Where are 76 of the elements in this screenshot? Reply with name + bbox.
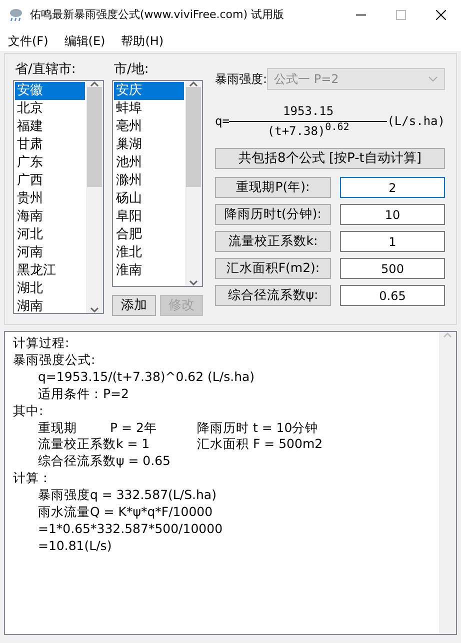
param-button[interactable]: 降雨历时t(分钟): bbox=[215, 204, 331, 225]
result-heading: 暴雨强度公式: bbox=[13, 352, 96, 369]
param-input[interactable]: 0.65 bbox=[340, 285, 445, 306]
dropdown-caret-icon bbox=[428, 76, 438, 82]
list-item[interactable]: 淮南 bbox=[114, 262, 184, 280]
scrollbar-thumb[interactable] bbox=[186, 87, 201, 187]
list-item[interactable]: 海南 bbox=[15, 208, 85, 226]
scroll-up-icon[interactable] bbox=[189, 81, 198, 87]
list-item[interactable]: 河南 bbox=[15, 244, 85, 262]
menu-item[interactable]: 文件(F) bbox=[2, 32, 54, 50]
scrollbar[interactable] bbox=[185, 81, 202, 286]
param-input[interactable]: 10 bbox=[340, 204, 445, 225]
formula-numerator: 1953.15 bbox=[229, 102, 388, 122]
close-icon bbox=[436, 10, 446, 20]
list-item[interactable]: 河北 bbox=[15, 226, 85, 244]
param-button[interactable]: 汇水面积F(m2): bbox=[215, 258, 331, 279]
list-item[interactable]: 淮北 bbox=[114, 244, 184, 262]
result-text: 重现期 bbox=[38, 420, 78, 436]
result-text: q=1953.15/(t+7.38)^0.62 (L/s.ha) bbox=[38, 368, 255, 386]
param-button[interactable]: 流量校正系数k: bbox=[215, 231, 331, 252]
select-label: 暴雨强度: bbox=[215, 71, 268, 88]
list-label: 省/直辖市: bbox=[14, 61, 77, 79]
result-heading: 计算过程: bbox=[13, 335, 70, 352]
result-text: 综合径流系数ψ = 0.65 bbox=[38, 453, 170, 470]
formula-text: q= bbox=[215, 113, 230, 130]
list-label: 市/地: bbox=[113, 61, 150, 79]
result-heading: 计算： bbox=[13, 470, 53, 488]
list-item[interactable]: 砀山 bbox=[114, 190, 184, 208]
list-item[interactable]: 阜阳 bbox=[114, 208, 184, 226]
param-button[interactable]: 综合径流系数ψ: bbox=[215, 285, 331, 306]
result-text: =10.81(L/s) bbox=[38, 538, 112, 555]
list-item[interactable]: 亳州 bbox=[114, 118, 184, 136]
list-item[interactable]: 北京 bbox=[15, 100, 85, 118]
list-item[interactable]: 广东 bbox=[15, 154, 85, 172]
result-text: 汇水面积 F = 500m2 bbox=[197, 436, 323, 454]
maximize-icon bbox=[396, 10, 406, 20]
result-text: 降雨历时 t = 10分钟 bbox=[197, 420, 318, 436]
list-item[interactable]: 湖南 bbox=[15, 298, 85, 313]
result-heading: 其中: bbox=[13, 402, 44, 420]
rain-cloud-icon bbox=[8, 7, 24, 23]
scrollbar[interactable] bbox=[86, 81, 103, 313]
list-item[interactable]: 贵州 bbox=[15, 190, 85, 208]
result-text: 流量校正系数k = 1 bbox=[38, 436, 151, 454]
auto-calc-button[interactable]: 共包括8个公式 [按P-t自动计算] bbox=[215, 148, 445, 169]
param-input[interactable]: 1 bbox=[340, 231, 445, 252]
scroll-up-icon[interactable] bbox=[90, 81, 99, 87]
list-item[interactable]: 蚌埠 bbox=[114, 100, 184, 118]
result-text: 暴雨强度q = 332.587(L/S.ha) bbox=[38, 487, 216, 504]
list-item[interactable]: 黑龙江 bbox=[15, 262, 85, 280]
param-input[interactable]: 2 bbox=[340, 177, 445, 198]
list-item[interactable]: 安徽 bbox=[15, 82, 85, 100]
list-item[interactable]: 广西 bbox=[15, 172, 85, 190]
scrollbar-thumb[interactable] bbox=[87, 87, 102, 187]
param-input[interactable]: 500 bbox=[340, 258, 445, 279]
formula-unit: (L/s.ha) bbox=[387, 113, 445, 130]
list-item[interactable]: 甘肃 bbox=[15, 136, 85, 154]
list-item[interactable]: 湖北 bbox=[15, 280, 85, 298]
result-text: P = 2年 bbox=[110, 420, 158, 436]
list-item[interactable]: 池州 bbox=[114, 154, 184, 172]
menu-item[interactable]: 编辑(E) bbox=[58, 32, 112, 50]
menu-item[interactable]: 帮助(H) bbox=[115, 32, 170, 50]
list-item[interactable]: 滁州 bbox=[114, 172, 184, 190]
action-button[interactable]: 添加 bbox=[112, 295, 156, 316]
result-text: 适用条件：P=2 bbox=[38, 386, 129, 403]
formula-denominator: (t+7.38)$^{0.62}$ bbox=[267, 122, 350, 140]
list-item[interactable]: 福建 bbox=[15, 118, 85, 136]
list-item[interactable]: 巢湖 bbox=[114, 136, 184, 154]
result-text: 雨水流量Q = K*ψ*q*F/10000 bbox=[38, 504, 213, 521]
scroll-down-icon[interactable] bbox=[90, 307, 99, 313]
scroll-down-icon[interactable] bbox=[189, 280, 198, 286]
list-item[interactable]: 合肥 bbox=[114, 226, 184, 244]
window-title: 佑鸣最新暴雨强度公式(www.viviFree.com) 试用版 bbox=[30, 6, 286, 23]
result-text: =1*0.65*332.587*500/10000 bbox=[38, 520, 223, 538]
list-item[interactable]: 安庆 bbox=[114, 82, 184, 100]
scrollbar[interactable] bbox=[439, 332, 456, 634]
param-button[interactable]: 重现期P(年): bbox=[215, 177, 331, 198]
